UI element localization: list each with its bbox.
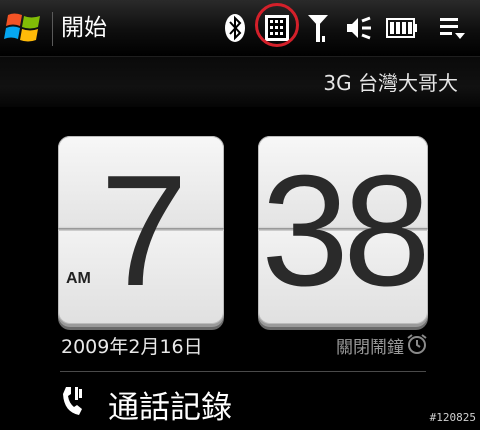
- title-bar: 開始: [0, 0, 480, 57]
- signal-strength-icon[interactable]: [305, 10, 331, 46]
- date-label: 2009年2月16日: [61, 336, 203, 358]
- phone-icon[interactable]: [60, 384, 84, 418]
- am-pm-label: AM: [66, 270, 91, 287]
- highlight-circle: [255, 3, 299, 47]
- hour-card[interactable]: 7 AM: [58, 136, 224, 324]
- alarm-clock-icon[interactable]: [406, 333, 428, 355]
- bluetooth-icon[interactable]: [222, 10, 248, 46]
- page-title: 開始: [61, 15, 107, 41]
- call-history-label[interactable]: 通話記錄: [108, 382, 232, 427]
- divider: [60, 371, 426, 372]
- minute-card[interactable]: 38: [258, 136, 428, 324]
- alarm-label[interactable]: 關閉鬧鐘: [336, 333, 404, 358]
- volume-icon[interactable]: [345, 10, 373, 46]
- menu-icon[interactable]: [436, 10, 468, 46]
- carrier-name: 3G 台灣大哥大: [323, 71, 458, 95]
- title-separator: [52, 12, 53, 46]
- windows-start-icon[interactable]: [4, 9, 44, 47]
- battery-icon[interactable]: [385, 10, 419, 46]
- minute-digits: 38: [261, 143, 428, 319]
- image-id-label: #120825: [429, 411, 476, 424]
